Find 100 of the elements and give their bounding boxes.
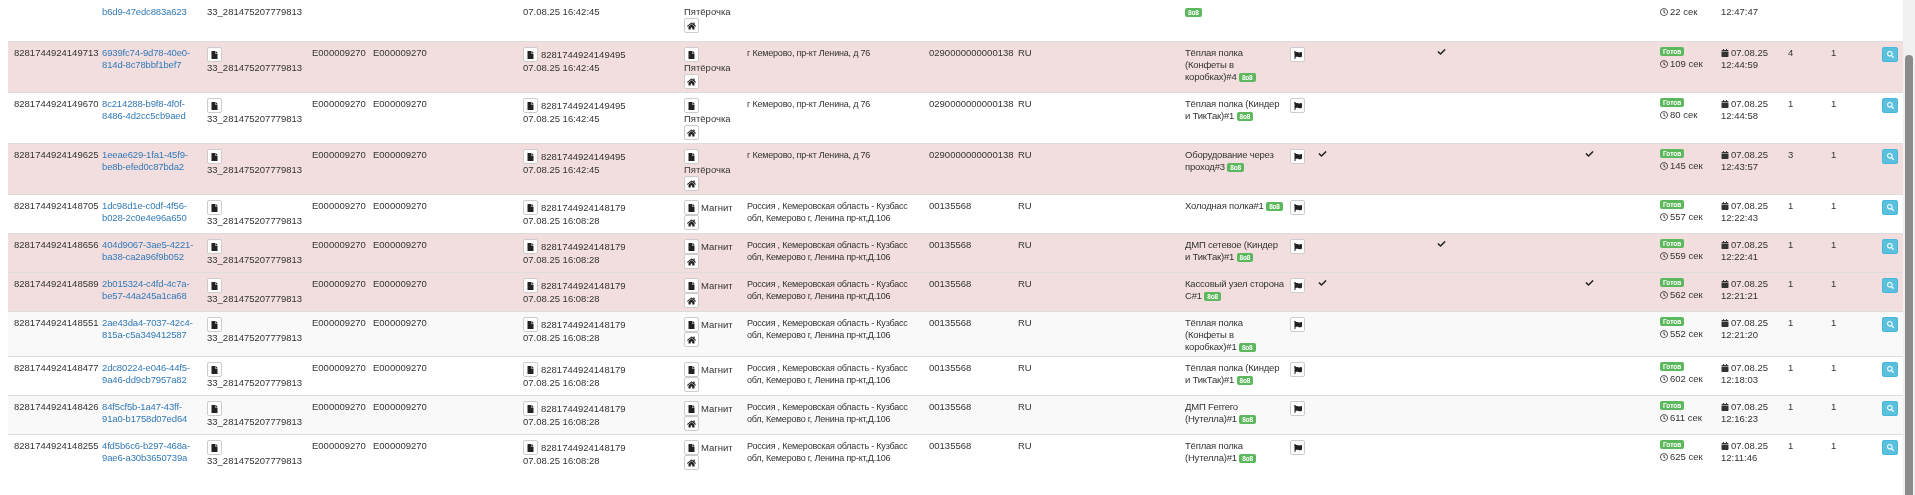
home-button[interactable]: [684, 293, 699, 308]
document-button[interactable]: [684, 239, 699, 254]
file-icon: [688, 443, 695, 452]
store-code: 0290000000000138: [929, 149, 1014, 160]
count-text: 1: [1831, 47, 1837, 58]
uuid-link[interactable]: 2b015324-c4fd-4c7a-be57-44a245a1ca68: [102, 278, 201, 302]
country-code: RU: [1018, 98, 1032, 109]
document-button[interactable]: [684, 401, 699, 416]
code-text: E000009270: [312, 317, 366, 328]
code-text: E000009270: [373, 47, 427, 58]
home-button[interactable]: [684, 332, 699, 347]
flag-button[interactable]: [1290, 362, 1305, 377]
document-button[interactable]: [523, 362, 538, 377]
file-icon: [688, 101, 695, 110]
document-button[interactable]: [684, 278, 699, 293]
flag-button[interactable]: [1290, 98, 1305, 113]
uuid-link[interactable]: 1eeae629-1fa1-45f9-be8b-efed0c87bda2: [102, 149, 201, 173]
home-button[interactable]: [684, 416, 699, 431]
document-button[interactable]: [207, 149, 222, 164]
calendar-icon: [1721, 202, 1729, 210]
uuid-link[interactable]: 404d9067-3ae5-4221-ba38-ca2a96f9b052: [102, 239, 201, 263]
document-button[interactable]: [523, 200, 538, 215]
id-text: 8281744924148426: [14, 401, 99, 412]
file-icon: [688, 242, 695, 251]
uuid-link[interactable]: 6939fc74-9d78-40e0-814d-8c78bbf1bef7: [102, 47, 201, 71]
home-button[interactable]: [684, 215, 699, 230]
flag-button[interactable]: [1290, 149, 1305, 164]
country-code: RU: [1018, 200, 1032, 211]
scrollbar-thumb[interactable]: [1905, 55, 1913, 495]
document-button[interactable]: [207, 317, 222, 332]
uuid-link[interactable]: 1dc98d1e-c0df-4f56-b028-2c0e4e96a650: [102, 200, 201, 224]
store-name: Пятёрочка: [684, 6, 731, 18]
home-button[interactable]: [684, 455, 699, 470]
document-button[interactable]: [207, 98, 222, 113]
document-button[interactable]: [523, 239, 538, 254]
file-icon: [211, 152, 218, 161]
document-button[interactable]: [684, 317, 699, 332]
home-button[interactable]: [684, 18, 699, 33]
search-icon: [1886, 204, 1894, 211]
id-text: 8281744924149670: [14, 98, 99, 109]
home-button[interactable]: [684, 377, 699, 392]
address-text: Россия , Кемеровская область - Кузбасс обл, Кемерово г, Ленина пр-кт,Д.106: [747, 401, 909, 425]
code-text: E000009270: [373, 362, 427, 373]
flag-button[interactable]: [1290, 440, 1305, 455]
uuid-link[interactable]: 2ae43da4-7037-42c4-815a-c5a349412587: [102, 317, 201, 341]
document-button[interactable]: [207, 200, 222, 215]
document-button[interactable]: [523, 149, 538, 164]
barcode-date: 07.08.25 16:08:28: [523, 215, 600, 227]
document-button[interactable]: [523, 98, 538, 113]
barcode-number: 8281744924149495: [541, 48, 626, 61]
file-icon: [527, 203, 534, 212]
store-name: Магнит: [701, 279, 733, 292]
duration-text: 109 сек: [1670, 58, 1703, 70]
document-button[interactable]: [523, 278, 538, 293]
code-text: E000009270: [312, 362, 366, 373]
document-number: 33_281475207779813: [207, 215, 303, 227]
flag-button[interactable]: [1290, 401, 1305, 416]
uuid-link[interactable]: 2dc80224-e046-44f5-9a46-dd9cb7957a82: [102, 362, 201, 386]
flag-button[interactable]: [1290, 47, 1305, 62]
clock-icon: [1660, 414, 1668, 422]
flag-button[interactable]: [1290, 239, 1305, 254]
document-button[interactable]: [207, 278, 222, 293]
document-button[interactable]: [207, 362, 222, 377]
uuid-link[interactable]: 84f5cf5b-1a47-43ff-91a0-b1758d07ed64: [102, 401, 201, 425]
document-button[interactable]: [684, 98, 699, 113]
date-text: 07.08.25: [1731, 362, 1768, 374]
document-button[interactable]: [523, 401, 538, 416]
document-button[interactable]: [523, 440, 538, 455]
home-button[interactable]: [684, 176, 699, 191]
document-button[interactable]: [207, 47, 222, 62]
uuid-link[interactable]: 4fd5b6c6-b297-468a-9ae6-a30b3650739a: [102, 440, 201, 464]
home-icon: [687, 296, 696, 305]
document-button[interactable]: [684, 440, 699, 455]
clock-icon: [1660, 291, 1668, 299]
duration-text: 80 сек: [1670, 109, 1698, 121]
store-name: Пятёрочка: [684, 62, 731, 74]
flag-button[interactable]: [1290, 200, 1305, 215]
document-button[interactable]: [684, 200, 699, 215]
home-button[interactable]: [684, 254, 699, 269]
file-icon: [688, 320, 695, 329]
document-button[interactable]: [684, 149, 699, 164]
uuid-link[interactable]: 8c214288-b9f8-4f0f-8486-4d2cc5cb9aed: [102, 98, 201, 122]
document-button[interactable]: [684, 47, 699, 62]
document-button[interactable]: [684, 362, 699, 377]
home-button[interactable]: [684, 74, 699, 89]
calendar-icon: [1721, 241, 1729, 249]
store-name: Магнит: [701, 363, 733, 376]
document-button[interactable]: [523, 317, 538, 332]
flag-icon: [1293, 404, 1302, 413]
home-button[interactable]: [684, 125, 699, 140]
uuid-link[interactable]: b6d9-47edc883a623: [102, 6, 201, 18]
scrollbar[interactable]: [1903, 0, 1915, 495]
count-text: 1: [1831, 200, 1837, 211]
document-button[interactable]: [207, 401, 222, 416]
count-text: 1: [1831, 98, 1837, 109]
document-button[interactable]: [523, 47, 538, 62]
flag-button[interactable]: [1290, 317, 1305, 332]
document-button[interactable]: [207, 440, 222, 455]
document-button[interactable]: [207, 239, 222, 254]
flag-button[interactable]: [1290, 278, 1305, 293]
